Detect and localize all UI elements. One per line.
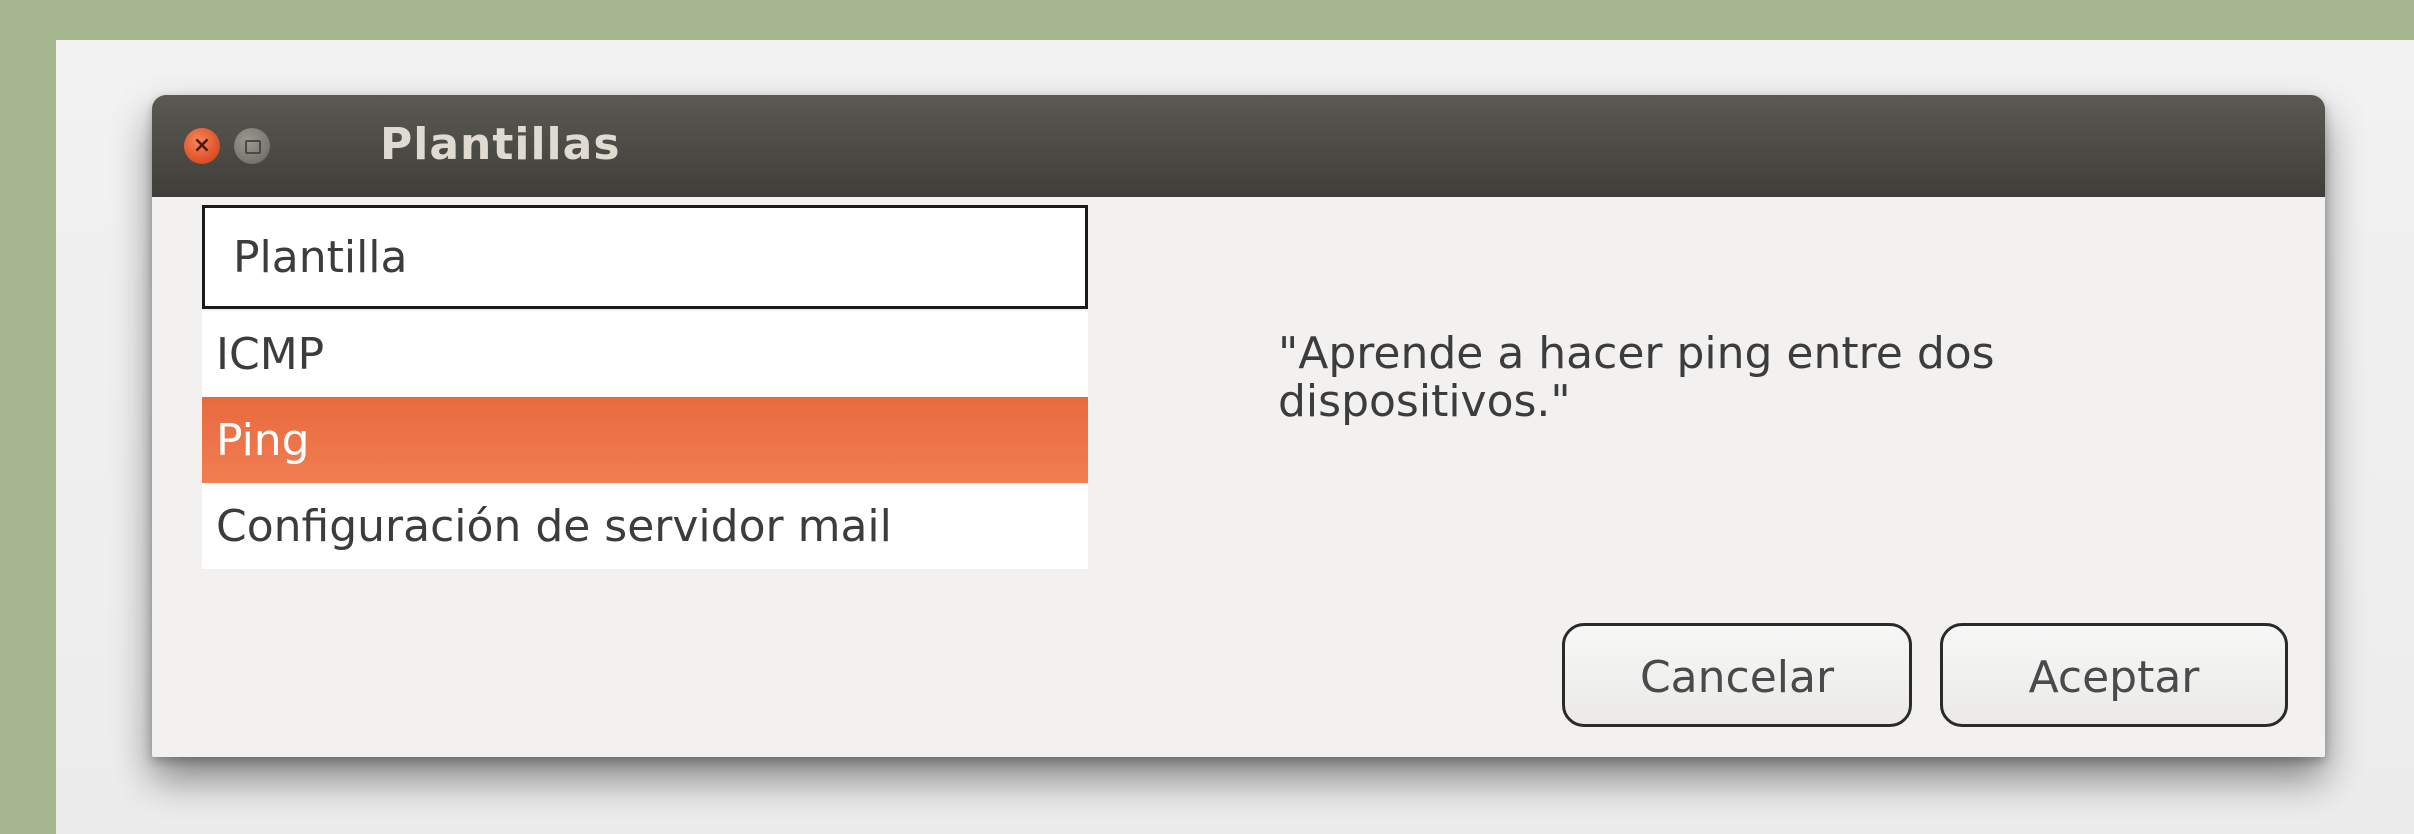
list-item-mail-server[interactable]: Configuración de servidor mail (202, 483, 1088, 569)
list-item-icmp[interactable]: ICMP (202, 311, 1088, 397)
cancel-button[interactable]: Cancelar (1562, 623, 1912, 727)
list-item-label: Ping (216, 415, 310, 466)
close-icon: × (192, 133, 212, 158)
title-bar[interactable]: × Plantillas (152, 95, 2325, 197)
templates-dialog: × Plantillas Plantilla ICMP Ping Configu… (152, 95, 2325, 757)
template-description: "Aprende a hacer ping entre dos disposit… (1278, 330, 2258, 426)
close-button[interactable]: × (184, 128, 220, 164)
list-item-ping[interactable]: Ping (202, 397, 1088, 483)
list-item-label: ICMP (216, 329, 325, 380)
window-title: Plantillas (380, 119, 621, 170)
list-header-label: Plantilla (233, 232, 408, 283)
template-list: Plantilla ICMP Ping Configuración de ser… (202, 205, 1090, 569)
accept-button[interactable]: Aceptar (1940, 623, 2288, 727)
description-line-1: "Aprende a hacer ping entre dos (1278, 328, 1995, 379)
list-header[interactable]: Plantilla (202, 205, 1088, 309)
list-item-label: Configuración de servidor mail (216, 501, 892, 552)
maximize-icon (245, 140, 261, 154)
maximize-button[interactable] (234, 128, 270, 164)
description-line-2: dispositivos." (1278, 376, 1571, 427)
